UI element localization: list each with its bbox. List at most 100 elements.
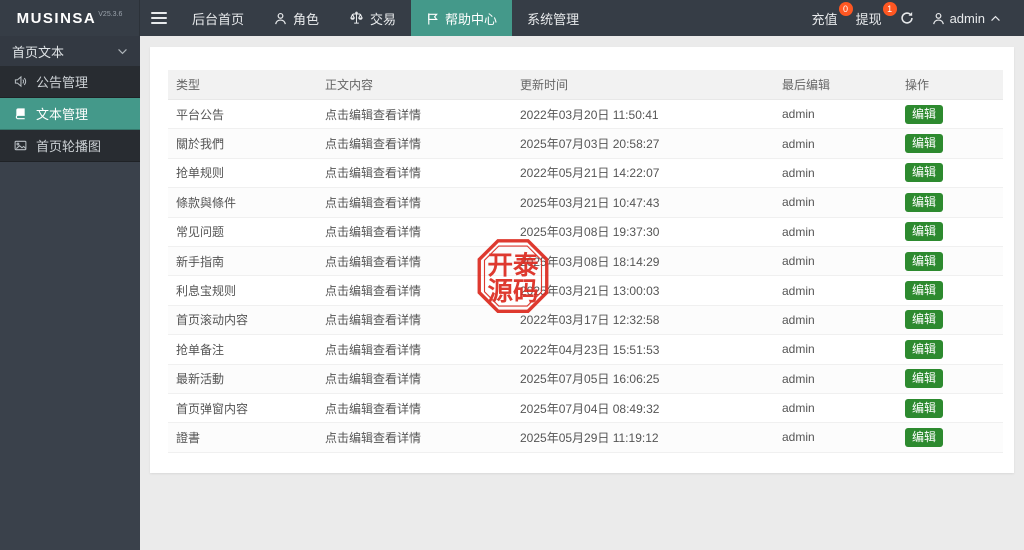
cell-type: 首页弹窗内容 (176, 401, 249, 416)
sidebar-group-label: 首页文本 (12, 44, 65, 60)
edit-button[interactable]: 编辑 (905, 281, 944, 301)
cell-content[interactable]: 点击编辑查看详情 (325, 135, 520, 152)
cell-updated: 2022年04月23日 15:51:53 (520, 342, 660, 357)
user-icon (274, 12, 287, 25)
table-row: 利息宝规则 点击编辑查看详情 2025年03月21日 13:00:03 admi… (168, 276, 1003, 306)
cell-content[interactable]: 点击编辑查看详情 (325, 400, 520, 417)
edit-button[interactable]: 编辑 (905, 310, 944, 330)
sidebar-items: 公告管理 文本管理 首页轮播图 (0, 66, 140, 162)
cell-editor: admin (782, 136, 815, 151)
nav-item-label: 角色 (293, 11, 320, 27)
table-body: 平台公告 点击编辑查看详情 2022年03月20日 11:50:41 admin… (168, 100, 1003, 453)
cell-content[interactable]: 点击编辑查看详情 (325, 223, 520, 240)
cell-action: 编辑 (905, 134, 1003, 154)
refresh-button[interactable] (891, 0, 923, 36)
user-name: admin (949, 10, 985, 26)
cell-content[interactable]: 点击编辑查看详情 (325, 370, 520, 387)
sidebar-item-home-carousel[interactable]: 首页轮播图 (0, 130, 140, 162)
table-row: 平台公告 点击编辑查看详情 2022年03月20日 11:50:41 admin… (168, 100, 1003, 130)
cell-updated: 2025年03月08日 18:14:29 (520, 254, 660, 269)
edit-button[interactable]: 编辑 (905, 427, 944, 447)
sidebar-item-announcements[interactable]: 公告管理 (0, 66, 140, 98)
cell-editor: admin (782, 430, 815, 445)
column-header-action: 操作 (905, 78, 930, 92)
cell-action: 编辑 (905, 192, 1003, 212)
cell-action: 编辑 (905, 222, 1003, 242)
edit-button[interactable]: 编辑 (905, 163, 944, 183)
cell-editor: admin (782, 195, 815, 210)
column-header-updated: 更新时间 (520, 78, 569, 92)
edit-button[interactable]: 编辑 (905, 369, 944, 389)
cell-content[interactable]: 点击编辑查看详情 (325, 311, 520, 328)
cell-action: 编辑 (905, 310, 1003, 330)
cell-action: 编辑 (905, 398, 1003, 418)
nav-item-help-center[interactable]: 帮助中心 (411, 0, 513, 36)
cell-type: 抢单规则 (176, 166, 225, 181)
withdraw-label: 提现 (855, 11, 882, 27)
recharge-button[interactable]: 充值 0 (803, 0, 853, 36)
cell-action: 编辑 (905, 369, 1003, 389)
sidebar-group-home-text[interactable]: 首页文本 (0, 36, 140, 66)
edit-button[interactable]: 编辑 (905, 134, 944, 154)
cell-updated: 2025年03月21日 10:47:43 (520, 195, 660, 210)
table-row: 新手指南 点击编辑查看详情 2025年03月08日 18:14:29 admin… (168, 246, 1003, 277)
nav-item-label: 后台首页 (192, 11, 245, 27)
edit-button[interactable]: 编辑 (905, 251, 944, 271)
cell-content[interactable]: 点击编辑查看详情 (325, 164, 520, 181)
cell-type: 證書 (176, 430, 201, 445)
cell-type: 利息宝规则 (176, 284, 237, 299)
cell-type: 新手指南 (176, 254, 225, 269)
withdraw-button[interactable]: 提现 1 (847, 0, 897, 36)
table-row: 抢单规则 点击编辑查看详情 2022年05月21日 14:22:07 admin… (168, 158, 1003, 189)
nav-item-dashboard[interactable]: 后台首页 (177, 0, 259, 36)
sidebar-item-label: 文本管理 (36, 107, 89, 122)
cell-content[interactable]: 点击编辑查看详情 (325, 253, 520, 270)
edit-button[interactable]: 编辑 (905, 398, 944, 418)
column-header-editor: 最后编辑 (782, 78, 831, 92)
cell-updated: 2025年07月04日 08:49:32 (520, 401, 660, 416)
table-row: 條款與條件 点击编辑查看详情 2025年03月21日 10:47:43 admi… (168, 188, 1003, 218)
cell-content[interactable]: 点击编辑查看详情 (325, 341, 520, 358)
column-header-type: 类型 (176, 78, 201, 92)
user-icon (932, 12, 945, 25)
menu-toggle-button[interactable] (140, 0, 177, 36)
cell-type: 首页滚动内容 (176, 313, 249, 328)
topbar-right: 充值 0 提现 1 admin (803, 0, 1024, 36)
cell-content[interactable]: 点击编辑查看详情 (325, 429, 520, 446)
cell-editor: admin (782, 283, 815, 298)
cell-content[interactable]: 点击编辑查看详情 (325, 106, 520, 123)
user-menu[interactable]: admin (923, 0, 1010, 36)
cell-type: 常见问题 (176, 225, 225, 240)
cell-updated: 2022年03月17日 12:32:58 (520, 313, 660, 328)
book-icon (14, 107, 27, 120)
content-card: 类型 正文内容 更新时间 最后编辑 操作 平台公告 点击编辑查看详情 2022年… (150, 47, 1014, 473)
cell-updated: 2025年07月05日 16:06:25 (520, 372, 660, 387)
recharge-label: 充值 (811, 11, 838, 27)
edit-button[interactable]: 编辑 (905, 339, 944, 359)
cell-content[interactable]: 点击编辑查看详情 (325, 282, 520, 299)
refresh-icon (900, 11, 914, 25)
nav-item-system[interactable]: 系统管理 (512, 0, 594, 36)
edit-button[interactable]: 编辑 (905, 222, 944, 242)
nav-item-transactions[interactable]: 交易 (334, 0, 411, 36)
chevron-down-icon (117, 48, 128, 55)
cell-editor: admin (782, 401, 815, 416)
sidebar-item-text-management[interactable]: 文本管理 (0, 98, 140, 130)
cell-type: 平台公告 (176, 107, 225, 122)
brand-version: V25.3.6 (98, 11, 123, 18)
cell-content[interactable]: 点击编辑查看详情 (325, 194, 520, 211)
brand-logo: MUSINSA V25.3.6 (0, 0, 140, 36)
chevron-up-icon (990, 15, 1001, 22)
sidebar: 首页文本 公告管理 文本管理 首页轮播图 (0, 36, 140, 550)
flag-icon (426, 12, 439, 25)
cell-action: 编辑 (905, 339, 1003, 359)
table-header-row: 类型 正文内容 更新时间 最后编辑 操作 (168, 70, 1003, 100)
image-icon (14, 139, 27, 152)
cell-type: 最新活動 (176, 372, 225, 387)
edit-button[interactable]: 编辑 (905, 104, 944, 124)
cell-editor: admin (782, 342, 815, 357)
nav-item-roles[interactable]: 角色 (259, 0, 334, 36)
edit-button[interactable]: 编辑 (905, 192, 944, 212)
cell-type: 抢单备注 (176, 342, 225, 357)
brand-name: MUSINSA (16, 9, 97, 27)
